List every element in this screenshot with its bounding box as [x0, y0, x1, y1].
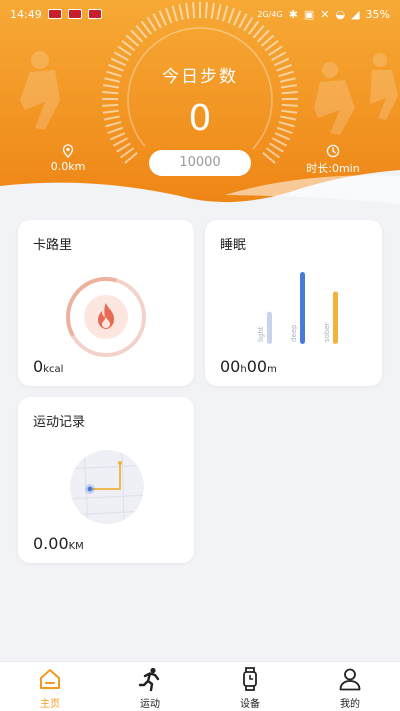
- network-type-icon: 2G/4G: [257, 9, 283, 19]
- watch-icon: [243, 667, 257, 691]
- sleep-bar-label: light: [257, 326, 265, 342]
- duration-stat: 时长:0min: [300, 144, 366, 176]
- bottom-navigation: 主页 运动 设备 我的: [0, 661, 400, 711]
- nfc-icon: ▣: [303, 7, 315, 21]
- calorie-card[interactable]: 卡路里 0kcal: [18, 220, 194, 386]
- sleep-bar-label: deep: [290, 324, 298, 342]
- signal-icon: ◢: [351, 7, 360, 21]
- running-person-icon: [138, 667, 160, 692]
- sleep-bar-deep: [300, 272, 305, 344]
- dial-tick: [102, 90, 119, 95]
- exercise-record-card[interactable]: 运动记录 0.00KM: [18, 397, 194, 563]
- sleep-card[interactable]: 睡眠 light deep sober 00h00m: [205, 220, 382, 386]
- calorie-value: 0kcal: [33, 357, 63, 376]
- nav-me-label: 我的: [340, 699, 360, 710]
- wifi-icon: ◒: [335, 7, 346, 21]
- mute-icon: ✕: [320, 7, 330, 21]
- route-map-thumbnail: [70, 450, 144, 524]
- distance-value: 0.0km: [50, 160, 86, 173]
- sleep-stage-chart: light deep sober: [257, 272, 338, 344]
- battery-percent: 35%: [365, 7, 390, 21]
- step-count: 0: [188, 98, 212, 139]
- sleep-hours: 00: [220, 357, 241, 376]
- nav-device-label: 设备: [240, 699, 260, 710]
- today-steps-title: 今日步数: [162, 67, 238, 87]
- notification-app-icon: [47, 9, 62, 19]
- notification-app-icon: [67, 9, 82, 19]
- notification-app-icon: [87, 9, 102, 19]
- sleep-minutes-unit: m: [267, 364, 277, 375]
- calorie-number: 0: [33, 357, 44, 376]
- sleep-bar-label: sober: [323, 322, 331, 342]
- calorie-ring: [66, 277, 146, 357]
- header-banner: 14:49 2G/4G ✱ ▣ ✕ ◒ ◢ 35% 今日步数 0 10000 0…: [0, 0, 400, 215]
- sleep-card-title: 睡眠: [220, 238, 247, 253]
- exercise-distance-unit: KM: [68, 541, 84, 552]
- location-pin-icon: [62, 144, 74, 158]
- calorie-unit: kcal: [43, 364, 64, 375]
- nav-home[interactable]: 主页: [0, 662, 100, 711]
- exercise-record-title: 运动记录: [33, 415, 86, 430]
- nav-me[interactable]: 我的: [300, 662, 400, 711]
- clock-icon: [326, 144, 340, 158]
- step-goal-button[interactable]: 10000: [149, 150, 251, 176]
- sleep-bar-sober: [333, 291, 338, 344]
- sleep-bar-light: [267, 311, 272, 344]
- current-location-icon: [85, 484, 95, 494]
- bluetooth-icon: ✱: [288, 7, 298, 21]
- sleep-minutes: 00: [246, 357, 268, 376]
- user-icon: [339, 668, 361, 691]
- duration-value: 时长:0min: [306, 162, 360, 175]
- exercise-distance-value: 0.00KM: [33, 534, 84, 553]
- nav-sport[interactable]: 运动: [100, 662, 200, 711]
- home-icon: [40, 669, 60, 689]
- status-time: 14:49: [10, 7, 42, 21]
- exercise-distance-number: 0.00: [33, 534, 69, 553]
- nav-device[interactable]: 设备: [200, 662, 300, 711]
- nav-sport-label: 运动: [140, 699, 160, 710]
- dial-tick: [281, 90, 298, 95]
- nav-home-label: 主页: [40, 699, 60, 710]
- sleep-duration-value: 00h00m: [220, 357, 277, 376]
- distance-stat: 0.0km: [46, 144, 90, 173]
- calorie-card-title: 卡路里: [33, 238, 73, 253]
- status-bar: 14:49 2G/4G ✱ ▣ ✕ ◒ ◢ 35%: [0, 0, 400, 28]
